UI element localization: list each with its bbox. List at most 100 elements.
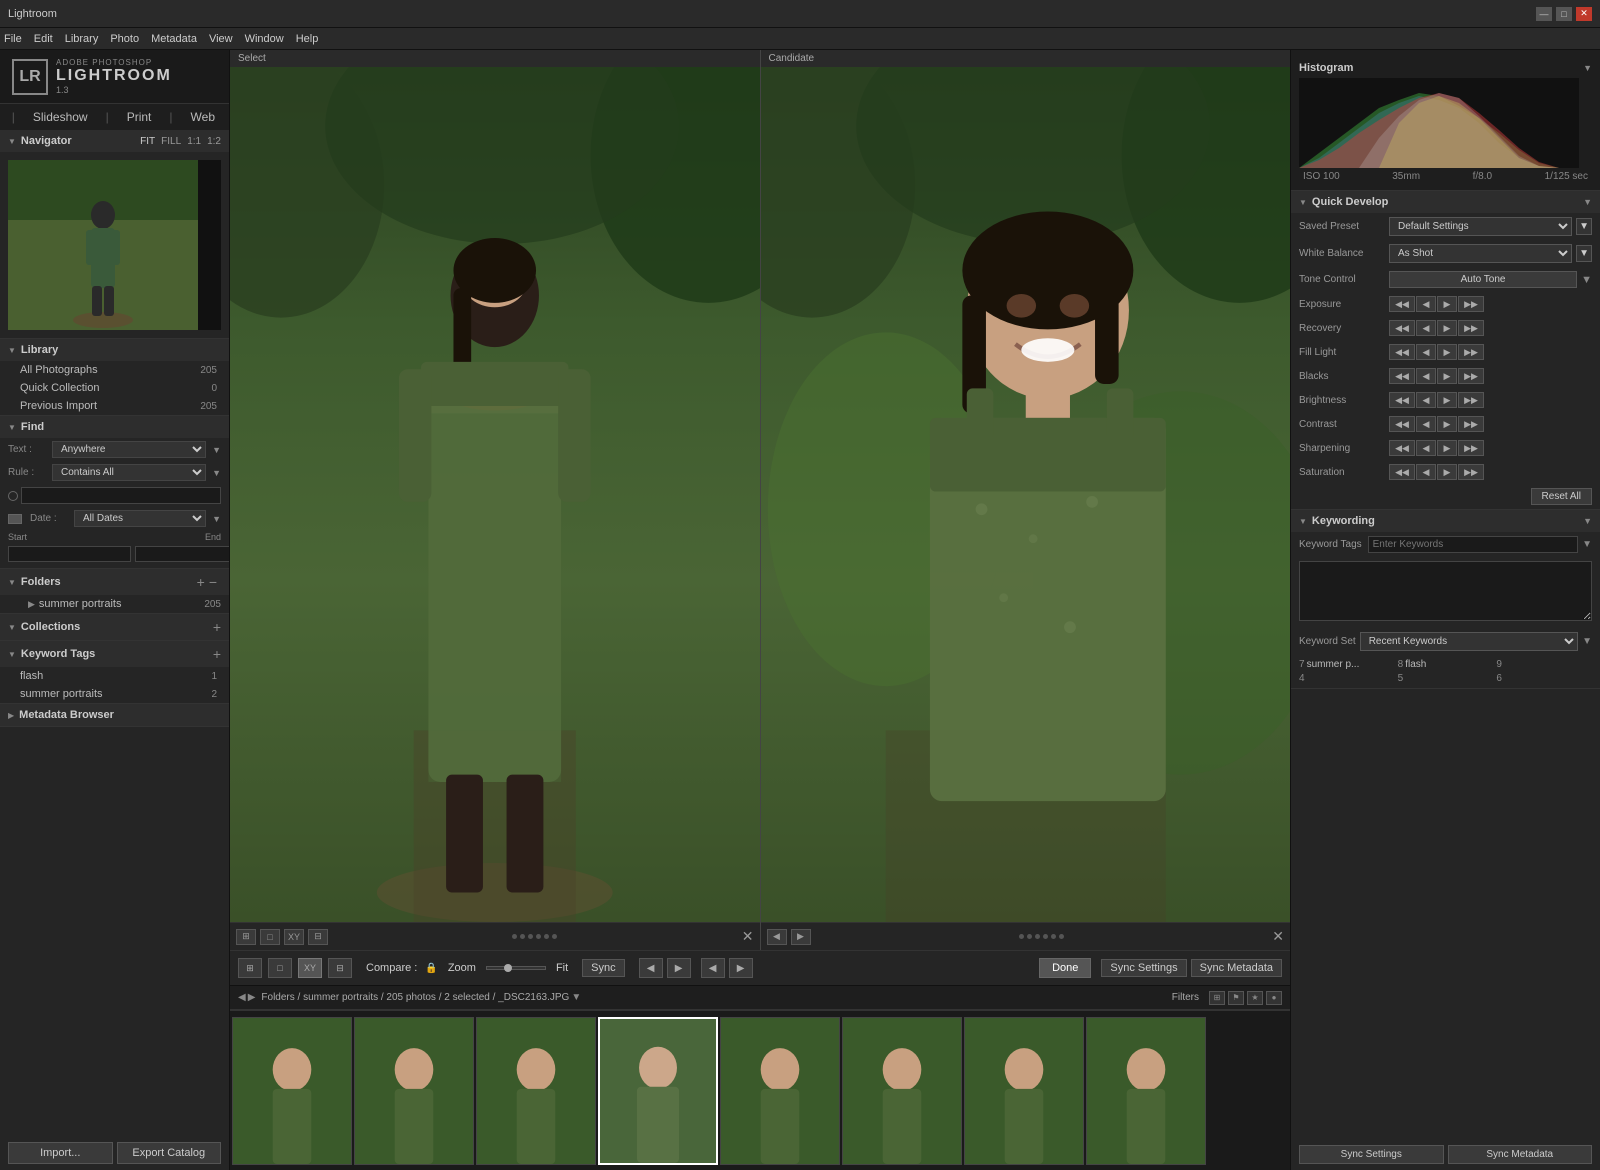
menu-edit[interactable]: Edit	[34, 33, 53, 45]
find-date-select[interactable]: All Dates	[74, 510, 206, 527]
bright-dec[interactable]: ◀	[1416, 392, 1436, 408]
exposure-dec-large[interactable]: ◀◀	[1389, 296, 1415, 312]
prev-select-btn[interactable]: ◀	[639, 958, 663, 978]
select-grid-btn[interactable]: ⊞	[236, 929, 256, 945]
folders-minus-icon[interactable]: −	[209, 574, 217, 590]
metadata-browser-header[interactable]: ▶ Metadata Browser	[0, 704, 229, 726]
bright-dec-large[interactable]: ◀◀	[1389, 392, 1415, 408]
bright-inc[interactable]: ▶	[1437, 392, 1457, 408]
zoom-fit[interactable]: FIT	[140, 136, 155, 147]
filter-color-btn[interactable]: ●	[1266, 991, 1282, 1005]
menu-library[interactable]: Library	[65, 33, 99, 45]
sharp-inc-large[interactable]: ▶▶	[1458, 440, 1484, 456]
select-close-btn[interactable]: ✕	[742, 928, 754, 945]
keyword-set-select[interactable]: Recent Keywords	[1360, 632, 1578, 651]
filmstrip-item-3[interactable]	[476, 1017, 596, 1165]
menu-metadata[interactable]: Metadata	[151, 33, 197, 45]
keywording-header[interactable]: ▼ Keywording ▼	[1291, 510, 1600, 532]
keyword-tags-header[interactable]: ▼ Keyword Tags +	[0, 641, 229, 667]
maximize-button[interactable]: □	[1556, 7, 1572, 21]
prev-candidate-btn[interactable]: ◀	[701, 958, 725, 978]
menu-file[interactable]: File	[4, 33, 22, 45]
keyword-tags-expand[interactable]: ▼	[1582, 539, 1592, 550]
lock-icon[interactable]: 🔒	[425, 963, 437, 974]
close-button[interactable]: ✕	[1576, 7, 1592, 21]
select-survey-btn[interactable]: ⊟	[308, 929, 328, 945]
wb-select[interactable]: As Shot	[1389, 244, 1572, 263]
next-select-btn[interactable]: ▶	[667, 958, 691, 978]
keyword-tags-input[interactable]	[1368, 536, 1578, 553]
histogram-header[interactable]: Histogram ▼	[1299, 58, 1592, 78]
sat-inc[interactable]: ▶	[1437, 464, 1457, 480]
recovery-dec[interactable]: ◀	[1416, 320, 1436, 336]
filmstrip-item-1[interactable]	[232, 1017, 352, 1165]
menu-help[interactable]: Help	[296, 33, 319, 45]
contrast-inc[interactable]: ▶	[1437, 416, 1457, 432]
menu-photo[interactable]: Photo	[110, 33, 139, 45]
grid-view-btn[interactable]: ⊞	[238, 958, 262, 978]
menu-view[interactable]: View	[209, 33, 233, 45]
export-button[interactable]: Export Catalog	[117, 1142, 222, 1164]
candidate-prev-btn[interactable]: ◀	[767, 929, 787, 945]
sync-settings-btn[interactable]: Sync Settings	[1101, 959, 1186, 977]
saved-preset-arrow[interactable]: ▼	[1576, 218, 1592, 235]
find-header[interactable]: ▼ Find	[0, 416, 229, 438]
filmstrip-item-5[interactable]	[720, 1017, 840, 1165]
zoom-1-1[interactable]: 1:1	[187, 136, 201, 147]
sat-dec[interactable]: ◀	[1416, 464, 1436, 480]
breadcrumb-forward[interactable]: ▶	[248, 992, 256, 1003]
filter-flag-btn[interactable]: ⚑	[1228, 991, 1244, 1005]
keyword-summer-portraits[interactable]: summer portraits 2	[0, 685, 229, 703]
zoom-slider[interactable]	[486, 966, 546, 970]
histogram-expand[interactable]: ▼	[1583, 63, 1592, 73]
blacks-dec[interactable]: ◀	[1416, 368, 1436, 384]
recovery-dec-large[interactable]: ◀◀	[1389, 320, 1415, 336]
saved-preset-select[interactable]: Default Settings	[1389, 217, 1572, 236]
quick-collection-item[interactable]: Quick Collection 0	[0, 379, 229, 397]
kw-word-1[interactable]: summer p...	[1307, 659, 1360, 670]
filter-all-btn[interactable]: ⊞	[1209, 991, 1225, 1005]
keyword-flash[interactable]: flash 1	[0, 667, 229, 685]
qd-expand[interactable]: ▼	[1583, 197, 1592, 207]
all-photographs-item[interactable]: All Photographs 205	[0, 361, 229, 379]
contrast-dec-large[interactable]: ◀◀	[1389, 416, 1415, 432]
next-candidate-btn[interactable]: ▶	[729, 958, 753, 978]
compare-view-btn[interactable]: XY	[298, 958, 322, 978]
right-sync-metadata-btn[interactable]: Sync Metadata	[1448, 1145, 1593, 1164]
quick-develop-header[interactable]: ▼ Quick Develop ▼	[1291, 191, 1600, 213]
recovery-inc[interactable]: ▶	[1437, 320, 1457, 336]
collections-header[interactable]: ▼ Collections +	[0, 614, 229, 640]
keyword-tags-add-icon[interactable]: +	[213, 646, 221, 662]
keywording-expand[interactable]: ▼	[1583, 516, 1592, 526]
wb-arrow[interactable]: ▼	[1576, 245, 1592, 262]
import-button[interactable]: Import...	[8, 1142, 113, 1164]
sat-dec-large[interactable]: ◀◀	[1389, 464, 1415, 480]
right-sync-settings-btn[interactable]: Sync Settings	[1299, 1145, 1444, 1164]
nav-print[interactable]: Print	[121, 108, 158, 126]
zoom-1-2[interactable]: 1:2	[207, 136, 221, 147]
filmstrip-item-2[interactable]	[354, 1017, 474, 1165]
find-rule-select[interactable]: Contains All	[52, 464, 206, 481]
select-fit-btn[interactable]: □	[260, 929, 280, 945]
exposure-inc-large[interactable]: ▶▶	[1458, 296, 1484, 312]
fill-dec[interactable]: ◀	[1416, 344, 1436, 360]
navigator-header[interactable]: ▼ Navigator FIT FILL 1:1 1:2	[0, 130, 229, 152]
keyword-textarea[interactable]	[1299, 561, 1592, 621]
contrast-inc-large[interactable]: ▶▶	[1458, 416, 1484, 432]
menu-window[interactable]: Window	[245, 33, 284, 45]
sharp-dec-large[interactable]: ◀◀	[1389, 440, 1415, 456]
tone-expand-arrow[interactable]: ▼	[1581, 274, 1592, 286]
filmstrip-item-7[interactable]	[964, 1017, 1084, 1165]
find-end-input[interactable]	[135, 546, 230, 562]
kw-set-arrow[interactable]: ▼	[1582, 636, 1592, 647]
survey-view-btn[interactable]: ⊟	[328, 958, 352, 978]
folder-summer-portraits[interactable]: ▶ summer portraits 205	[0, 595, 229, 613]
zoom-fill[interactable]: FILL	[161, 136, 181, 147]
filmstrip-item-6[interactable]	[842, 1017, 962, 1165]
select-compare-btn[interactable]: XY	[284, 929, 304, 945]
fill-inc-large[interactable]: ▶▶	[1458, 344, 1484, 360]
collections-add-icon[interactable]: +	[213, 619, 221, 635]
bright-inc-large[interactable]: ▶▶	[1458, 392, 1484, 408]
folders-header[interactable]: ▼ Folders + −	[0, 569, 229, 595]
candidate-close-btn[interactable]: ✕	[1272, 928, 1284, 945]
